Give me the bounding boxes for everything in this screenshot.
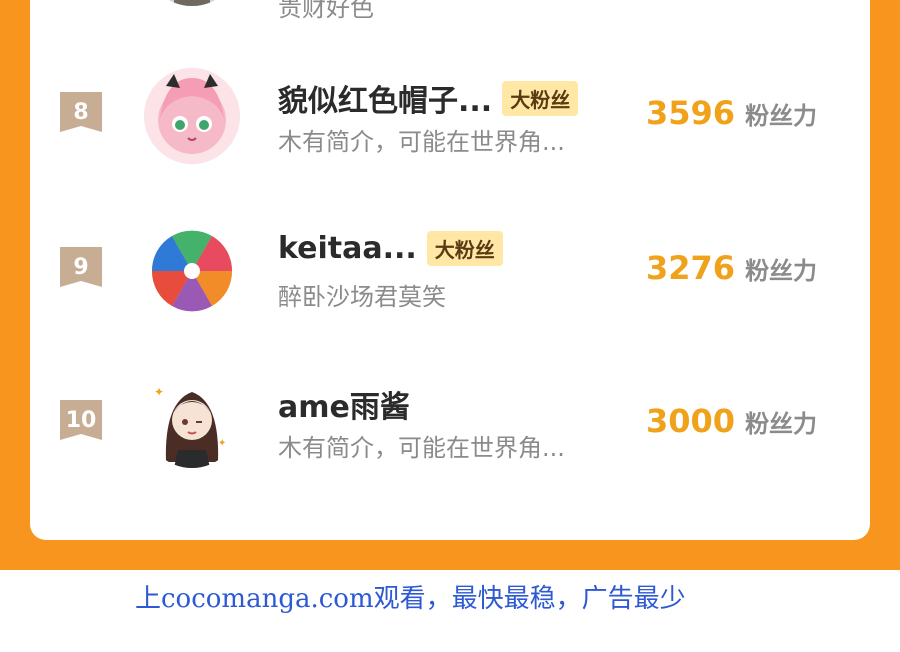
- avatar: ✦ ✦: [144, 372, 240, 468]
- user-bio: 贵财好色: [278, 0, 374, 22]
- list-item[interactable]: 10 ✦ ✦ ame雨酱 木有简介，可能在世界角... 3000 粉丝力: [30, 372, 870, 500]
- user-bio: 醉卧沙场君莫笑: [278, 283, 446, 311]
- user-bio: 木有简介，可能在世界角...: [278, 128, 565, 156]
- fan-score-value: 3276: [646, 249, 736, 287]
- fan-score-unit: 粉丝力: [745, 410, 818, 438]
- rank-tag: 8: [60, 92, 102, 132]
- user-name[interactable]: ame雨酱: [278, 382, 410, 426]
- list-item-partial[interactable]: 贵财好色: [30, 0, 870, 30]
- fan-badge: 大粉丝: [426, 231, 503, 266]
- fan-score-unit: 粉丝力: [745, 102, 818, 130]
- avatar: [144, 223, 240, 319]
- list-item[interactable]: 8 貌似红色帽子... 大粉丝 木有简介，可能在世界角... 3596 粉丝力: [30, 68, 870, 188]
- user-name[interactable]: keitaa...: [278, 231, 417, 266]
- fan-badge: 大粉丝: [502, 80, 579, 116]
- user-name[interactable]: 貌似红色帽子...: [278, 76, 492, 120]
- rank-tag: 9: [60, 247, 102, 287]
- list-item[interactable]: 9 keitaa... 大粉丝 醉卧沙场君莫笑 3276 粉丝力: [30, 223, 870, 343]
- rank-tag: 10: [60, 400, 102, 440]
- fan-score: 3276 粉丝力: [646, 249, 817, 287]
- user-bio: 木有简介，可能在世界角...: [278, 434, 565, 462]
- fan-score-value: 3596: [646, 94, 736, 132]
- fan-score-unit: 粉丝力: [745, 257, 818, 285]
- avatar: [144, 68, 240, 164]
- fan-score: 3596 粉丝力: [646, 94, 817, 132]
- fan-ranking-card: 贵财好色 8 貌似红色帽子... 大粉丝 木有简介，可能在世界角... 3596…: [30, 0, 870, 540]
- svg-text:✦: ✦: [218, 438, 226, 449]
- fan-score-value: 3000: [646, 402, 736, 440]
- footer-watermark-text: 上cocomanga.com观看，最快最稳，广告最少: [135, 584, 686, 614]
- fan-score: 3000 粉丝力: [646, 402, 817, 440]
- footer: 上cocomanga.com观看，最快最稳，广告最少: [0, 570, 900, 652]
- svg-text:✦: ✦: [154, 385, 164, 399]
- avatar: [144, 0, 240, 6]
